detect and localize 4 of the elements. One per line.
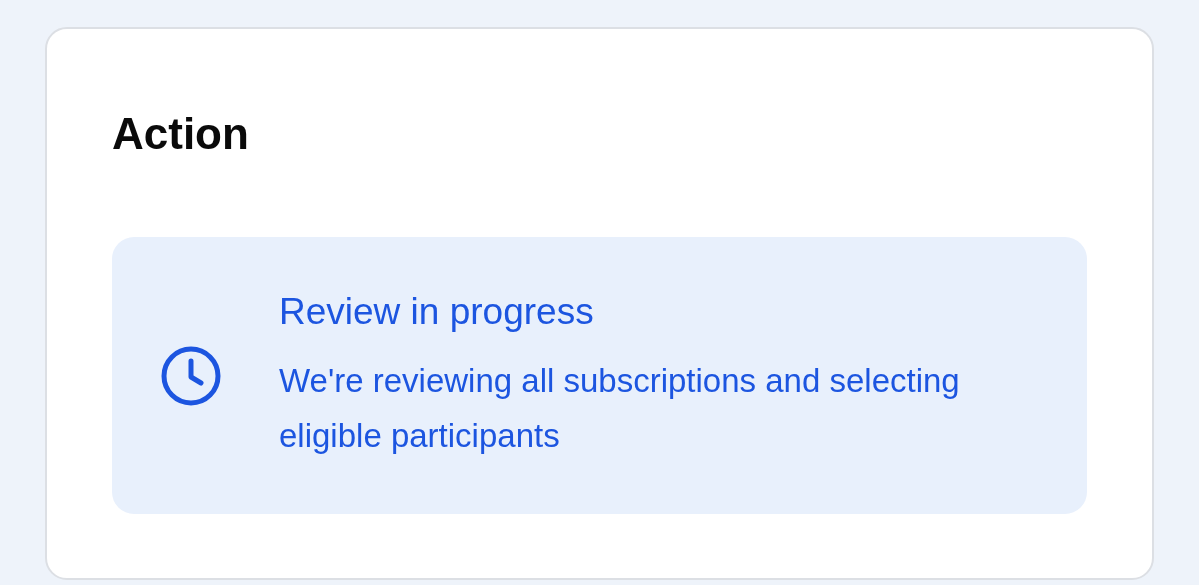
- status-title: Review in progress: [279, 290, 594, 334]
- section-title: Action: [112, 108, 249, 160]
- clock-icon: [160, 344, 222, 407]
- status-description: We're reviewing all subscriptions and selecting eligible participants: [279, 361, 961, 456]
